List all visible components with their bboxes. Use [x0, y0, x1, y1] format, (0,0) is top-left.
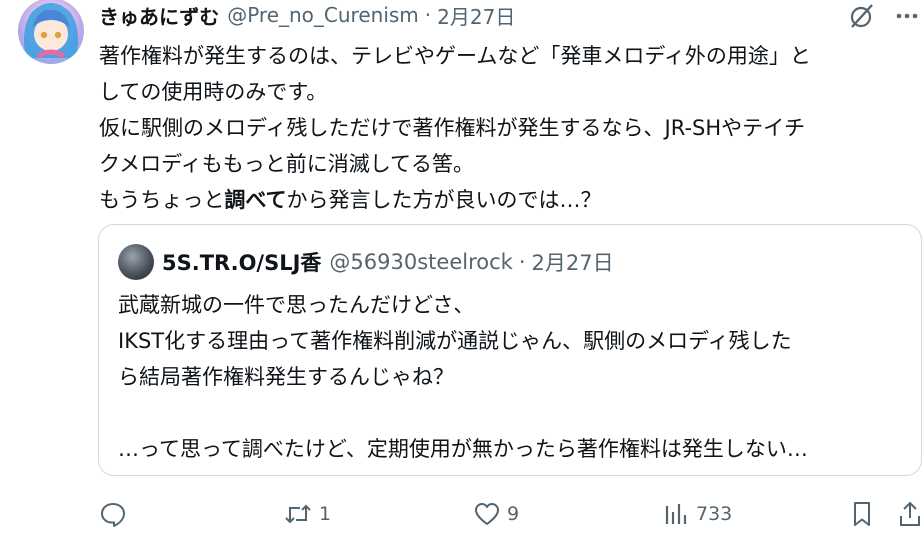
heart-icon: [473, 500, 501, 528]
quoted-handle: @56930steelrock: [329, 250, 513, 274]
post-top-icons: [848, 2, 920, 30]
avatar[interactable]: [18, 0, 84, 64]
separator-dot: ·: [424, 3, 432, 27]
reply-button[interactable]: [99, 500, 127, 528]
quoted-display-name: 5S.TR.O/SLJ香: [162, 251, 322, 275]
post-text-line: しての使用時のみです。: [99, 80, 328, 104]
repost-count: 1: [319, 503, 332, 525]
quoted-text-line: ら結局著作権料発生するんじゃね？: [118, 365, 454, 389]
post-text: 著作権料が発生するのは、テレビやゲームなど「発車メロディ外の用途」と しての使用…: [99, 38, 921, 218]
quoted-text: 武蔵新城の一件で思ったんだけどさ、 IKST化する理由って著作権料削減が通説じゃ…: [118, 287, 908, 467]
post-text-segment: もうちょっと: [99, 188, 225, 212]
quoted-separator-dot: ·: [518, 250, 526, 274]
views-count: 733: [696, 503, 733, 525]
user-handle[interactable]: @Pre_no_Curenism: [227, 3, 419, 27]
post-text-bold-segment: 調べて: [224, 188, 287, 212]
analytics-icon: [662, 500, 690, 528]
post-header: きゅあにずむ @Pre_no_Curenism · 2月27日: [99, 0, 515, 30]
views-button[interactable]: 733: [662, 500, 732, 528]
quoted-text-line: IKST化する理由って著作権料削減が通説じゃん、駅側のメロディ残した: [118, 329, 792, 353]
quoted-text-line: [118, 395, 908, 431]
post-text-segment: から発言した方が良いのでは…？: [286, 188, 602, 212]
grok-icon[interactable]: [848, 2, 876, 30]
share-button[interactable]: [897, 500, 923, 528]
bookmark-icon: [848, 500, 876, 528]
post-text-line-last: もうちょっと調べてから発言した方が良いのでは…？: [99, 182, 921, 218]
post-text-line: クメロディももっと前に消滅してる筈。: [99, 152, 475, 176]
post-date[interactable]: 2月27日: [437, 1, 515, 30]
quoted-text-line: …って思って調べたけど、定期使用が無かったら著作権料は発生しない…: [118, 437, 808, 461]
more-icon[interactable]: [894, 3, 920, 29]
action-bar: 1 9 733: [0, 496, 924, 536]
repost-icon: [283, 500, 313, 528]
quoted-date: 2月27日: [531, 251, 614, 275]
repost-button[interactable]: 1: [283, 500, 331, 528]
quoted-text-line: 武蔵新城の一件で思ったんだけどさ、: [118, 293, 475, 317]
bookmark-button[interactable]: [848, 500, 876, 528]
display-name[interactable]: きゅあにずむ: [99, 1, 219, 30]
share-icon: [897, 500, 923, 528]
like-button[interactable]: 9: [473, 500, 519, 528]
like-count: 9: [507, 503, 520, 525]
post-text-line: 仮に駅側のメロディ残しただけで著作権料が発生するなら、JR-SHやテイチ: [99, 116, 806, 140]
quoted-avatar[interactable]: [118, 244, 154, 280]
quoted-post[interactable]: 5S.TR.O/SLJ香 @56930steelrock · 2月27日 武蔵新…: [98, 224, 922, 476]
reply-icon: [99, 500, 127, 528]
quoted-header: 5S.TR.O/SLJ香 @56930steelrock · 2月27日: [162, 247, 614, 277]
post-text-line: 著作権料が発生するのは、テレビやゲームなど「発車メロディ外の用途」と: [99, 44, 811, 68]
